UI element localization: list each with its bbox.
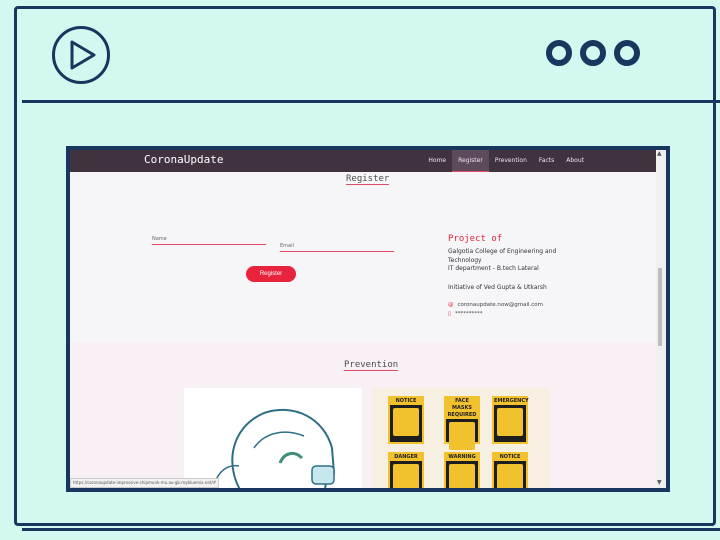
sign-label: EMERGENCY [494, 398, 529, 405]
circle-icon[interactable] [580, 40, 606, 66]
register-title: Register [346, 174, 390, 185]
mask-illustration [184, 388, 362, 488]
project-dept: IT department - B.tech Lateral [448, 265, 539, 272]
circle-icon[interactable] [546, 40, 572, 66]
brand-logo[interactable]: CoronaUpdate [144, 153, 223, 166]
browser-screenshot: CoronaUpdate Home Register Prevention Fa… [66, 146, 670, 492]
phone-icon: ▯ [448, 311, 452, 317]
prevention-title: Prevention [344, 360, 399, 371]
nav-prevention[interactable]: Prevention [489, 150, 533, 172]
sign-label: NOTICE [494, 454, 526, 461]
sign-danger: DANGER [388, 452, 424, 488]
at-icon: @ [448, 302, 454, 308]
play-icon[interactable] [52, 26, 110, 84]
name-input[interactable]: Name [152, 236, 266, 245]
project-college: Galgotia College of Engineering and Tech… [448, 248, 557, 264]
phone-text: ********** [455, 311, 483, 317]
project-title: Project of [448, 234, 503, 244]
nav-about[interactable]: About [560, 150, 590, 172]
warning-signs-image: NOTICE FACE MASKS REQUIRED EMERGENCY DAN… [372, 388, 550, 488]
email-input[interactable]: Email [280, 243, 394, 252]
circle-icon[interactable] [614, 40, 640, 66]
project-info: Galgotia College of Engineering and Tech… [448, 248, 570, 274]
sign-face-masks: FACE MASKS REQUIRED [444, 396, 480, 450]
nav-facts[interactable]: Facts [533, 150, 560, 172]
sign-label: WARNING [446, 454, 478, 461]
sign-emergency: EMERGENCY [492, 396, 529, 444]
scrollbar[interactable]: ▲ ▼ [656, 150, 666, 488]
sign-label: FACE MASKS REQUIRED [446, 398, 478, 419]
initiative-text: Initiative of Ved Gupta & Utkarsh [448, 284, 547, 291]
nav-home[interactable]: Home [422, 150, 452, 172]
scrollbar-thumb[interactable] [658, 268, 662, 346]
contact-phone: ▯ ********** [448, 311, 483, 317]
sign-label: DANGER [390, 454, 422, 461]
sign-notice: NOTICE [388, 396, 424, 444]
nav-links: Home Register Prevention Facts About [422, 150, 590, 172]
sign-label: NOTICE [390, 398, 422, 405]
scroll-up-icon[interactable]: ▲ [657, 150, 662, 157]
window-controls [546, 40, 640, 66]
navbar: CoronaUpdate Home Register Prevention Fa… [70, 150, 660, 172]
register-button[interactable]: Register [246, 266, 296, 282]
scroll-down-icon[interactable]: ▼ [657, 479, 662, 486]
sign-warning: WARNING [444, 452, 480, 488]
sign-notice-2: NOTICE [492, 452, 528, 488]
status-bar-url: https://coronaupdate-impressive-chipmunk… [70, 478, 220, 488]
contact-email: @ coronaupdate.now@gmail.com [448, 302, 543, 308]
divider [22, 528, 720, 531]
email-link[interactable]: coronaupdate.now@gmail.com [458, 302, 544, 308]
divider [22, 100, 720, 103]
nav-register[interactable]: Register [452, 150, 489, 172]
